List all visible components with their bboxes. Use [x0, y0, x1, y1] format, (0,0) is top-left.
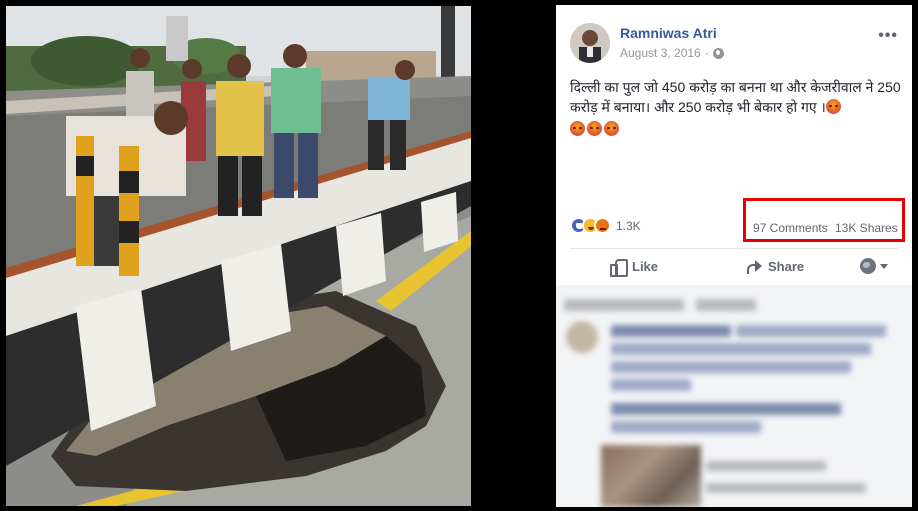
comments-count-link[interactable]: 97 Comments	[753, 221, 828, 235]
like-button[interactable]: Like	[610, 258, 659, 277]
thumbs-up-icon	[610, 258, 628, 277]
post-header: Ramniwas Atri August 3, 2016 · •••	[570, 23, 900, 65]
red-highlight-box	[743, 198, 905, 242]
angry-emoji-icon	[604, 121, 619, 136]
like-button-label: Like	[632, 258, 659, 274]
comments-section	[556, 285, 912, 507]
post-photo[interactable]	[6, 6, 471, 506]
emoji-row	[570, 119, 904, 139]
post-text: दिल्ली का पुल जो 450 करोड़ का बनना था और…	[570, 77, 904, 139]
more-options-icon[interactable]: •••	[878, 27, 898, 45]
caret-down-icon	[880, 263, 888, 269]
angry-emoji-icon	[587, 121, 602, 136]
angry-emoji-icon	[570, 121, 585, 136]
angry-emoji-icon	[825, 99, 841, 114]
post-action-bar: Like Share	[556, 253, 912, 283]
audience-selector[interactable]	[860, 258, 888, 274]
share-button-label: Share	[768, 258, 805, 274]
bridge-collapse-photo	[6, 6, 471, 506]
post-date-link[interactable]: August 3, 2016	[620, 46, 701, 60]
post-meta: August 3, 2016 ·	[620, 46, 724, 60]
blurred-comments	[556, 285, 912, 507]
avatar-image	[570, 23, 610, 63]
angry-reaction-icon	[594, 217, 611, 234]
divider	[570, 248, 898, 249]
shares-count-link[interactable]: 13K Shares	[835, 221, 898, 235]
post-text-content: दिल्ली का पुल जो 450 करोड़ का बनना था और…	[570, 79, 901, 115]
globe-icon[interactable]	[712, 47, 724, 59]
author-name-link[interactable]: Ramniwas Atri	[620, 25, 717, 41]
share-button[interactable]: Share	[746, 258, 804, 274]
avatar[interactable]	[570, 23, 610, 63]
reaction-summary[interactable]: 1.3K	[570, 217, 641, 234]
reaction-count: 1.3K	[616, 218, 641, 233]
share-arrow-icon	[746, 258, 762, 274]
globe-icon	[860, 258, 876, 274]
facebook-post: Ramniwas Atri August 3, 2016 · ••• दिल्ल…	[556, 5, 912, 507]
